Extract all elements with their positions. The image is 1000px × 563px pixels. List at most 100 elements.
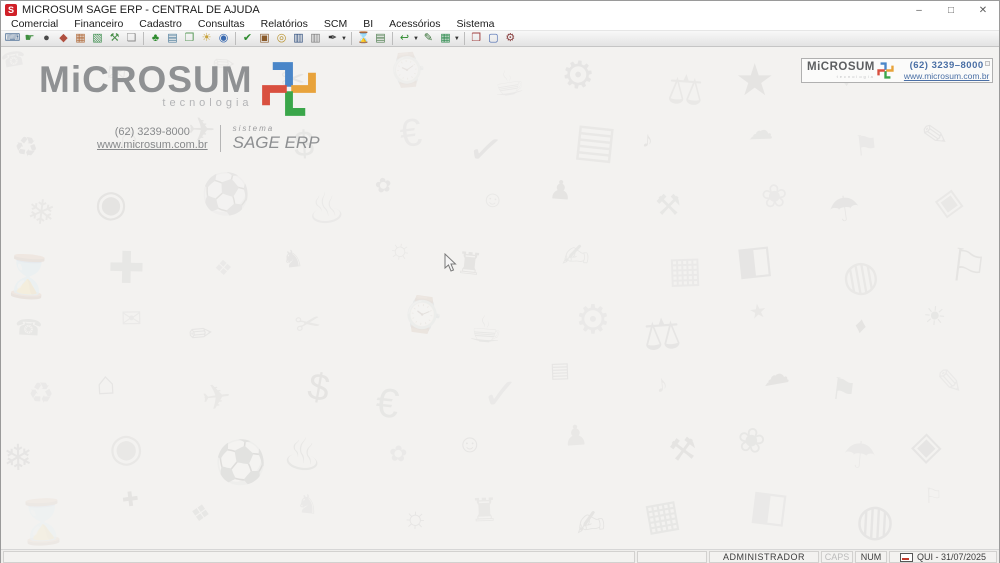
- dropdown-arrow-icon[interactable]: ▼: [413, 36, 419, 42]
- maximize-button[interactable]: □: [935, 1, 967, 19]
- brand-block: MiCROSUM tecnologia (62) 3239-8000 www.m…: [39, 61, 320, 153]
- menu-item-scm[interactable]: SCM: [316, 19, 355, 30]
- menu-item-financeiro[interactable]: Financeiro: [66, 19, 131, 30]
- brand-wordmark: MiCROSUM: [39, 59, 253, 100]
- undo-arrow-icon[interactable]: ↩: [396, 31, 413, 46]
- picture-icon[interactable]: ▤: [164, 31, 181, 46]
- cart-icon[interactable]: ◆: [55, 31, 72, 46]
- watermark-icon: ◧: [733, 237, 776, 284]
- toolbar-separator: [391, 32, 393, 45]
- status-num-indicator: NUM: [855, 551, 887, 563]
- grid-calendar-icon[interactable]: ▦: [437, 31, 454, 46]
- watermark-icon: ⚒: [666, 430, 700, 469]
- toolbar-separator: [350, 32, 352, 45]
- bag-icon[interactable]: ●: [38, 31, 55, 46]
- duck-globe-icon[interactable]: ☀: [198, 31, 215, 46]
- page-new-icon[interactable]: ❐: [181, 31, 198, 46]
- watermark-icon: ✍: [561, 236, 591, 275]
- edit-check-icon[interactable]: ✎: [420, 31, 437, 46]
- watermark-icon: ✎: [935, 362, 965, 401]
- printer-cancel-icon[interactable]: ❒: [468, 31, 485, 46]
- app-window: S MICROSUM SAGE ERP - CENTRAL DE AJUDA –…: [0, 0, 1000, 563]
- watermark-icon: €: [373, 378, 402, 428]
- menu-item-relatorios[interactable]: Relatórios: [253, 19, 316, 30]
- plant-icon[interactable]: ♣: [147, 31, 164, 46]
- box-icon[interactable]: ▣: [256, 31, 273, 46]
- menu-item-sistema[interactable]: Sistema: [449, 19, 503, 30]
- watermark-icon: ❄: [2, 436, 34, 479]
- package-icon[interactable]: ▦: [72, 31, 89, 46]
- watermark-icon: ◍: [838, 249, 883, 302]
- watermark-icon: ♜: [469, 491, 500, 529]
- watermark-icon: ♟: [561, 419, 590, 452]
- watermark-icon: ⚖: [665, 65, 706, 115]
- dropdown-arrow-icon[interactable]: ▼: [454, 36, 460, 42]
- columns-icon[interactable]: ▥: [290, 31, 307, 46]
- watermark-icon: ◉: [107, 425, 145, 472]
- document-clock-icon[interactable]: ❏: [123, 31, 140, 46]
- pinwheel-logo-icon: [261, 61, 317, 117]
- menu-item-bi[interactable]: BI: [355, 19, 381, 30]
- menu-item-consultas[interactable]: Consultas: [190, 19, 253, 30]
- clock-coin-icon[interactable]: ⌛: [355, 31, 372, 46]
- menu-bar: Comercial Financeiro Cadastro Consultas Rela…: [1, 19, 999, 30]
- watermark-icon: ⚙: [575, 298, 611, 342]
- watermark-icon: ♨: [304, 183, 348, 235]
- watermark-icon: ⚑: [852, 128, 881, 163]
- watermark-icon: ◍: [854, 495, 896, 546]
- dropdown-arrow-icon[interactable]: ▼: [341, 36, 347, 42]
- watermark-icon: ♜: [454, 246, 485, 283]
- gamepad-icon[interactable]: ⚒: [106, 31, 123, 46]
- search-coin-icon[interactable]: ◎: [273, 31, 290, 46]
- watermark-icon: ▤: [571, 112, 620, 169]
- watermark-icon: ★: [735, 56, 775, 105]
- watermark-icon: ✿: [388, 440, 409, 467]
- watermark-icon: ♪: [641, 126, 654, 153]
- watermark-icon: ⚐: [923, 484, 944, 509]
- columns-arrows-icon[interactable]: ▥: [307, 31, 324, 46]
- globe-icon[interactable]: ◉: [215, 31, 232, 46]
- watermark-icon: ♦: [853, 311, 869, 339]
- folder-icon[interactable]: ▧: [89, 31, 106, 46]
- status-panel-message: [3, 551, 635, 563]
- watermark-icon: ♞: [280, 244, 306, 275]
- watermark-icon: ✓: [481, 369, 520, 420]
- watermark-icon: ✉: [120, 304, 143, 334]
- toolbar-separator: [463, 32, 465, 45]
- menu-item-acessorios[interactable]: Acessórios: [381, 19, 448, 30]
- watermark-icon: ◧: [747, 480, 792, 532]
- watermark-icon: ❀: [734, 420, 769, 462]
- minimize-button[interactable]: –: [903, 1, 935, 19]
- hand-coin-icon[interactable]: ☛: [21, 31, 38, 46]
- watermark-icon: ☁: [759, 357, 792, 393]
- watermark-icon: ❀: [759, 177, 790, 215]
- watermark-icon: ★: [747, 299, 769, 325]
- watermark-icon: ✂: [292, 304, 324, 343]
- settings-cancel-icon[interactable]: ⚙: [502, 31, 519, 46]
- pen-icon[interactable]: ✒: [324, 31, 341, 46]
- computer-icon[interactable]: ⌨: [4, 31, 21, 46]
- menu-item-comercial[interactable]: Comercial: [3, 19, 66, 30]
- watermark-icon: ☼: [385, 232, 416, 266]
- watermark-icon: ☎: [1, 47, 28, 73]
- watermark-icon: ✚: [120, 488, 141, 512]
- monitor-cancel-icon[interactable]: ▢: [485, 31, 502, 46]
- watermark-icon: ◈: [931, 178, 968, 226]
- close-button[interactable]: ✕: [967, 1, 999, 19]
- brand-subtitle: tecnologia: [162, 97, 253, 109]
- watermark-icon: ▦: [640, 492, 684, 540]
- brand-website-link[interactable]: www.microsum.com.br: [97, 139, 208, 151]
- mouse-cursor-icon: [444, 253, 457, 272]
- status-user: ADMINISTRADOR: [709, 551, 819, 563]
- status-date-text: QUI - 31/07/2025: [916, 552, 987, 562]
- ledger-icon[interactable]: ▤: [372, 31, 389, 46]
- check-icon[interactable]: ✔: [239, 31, 256, 46]
- menu-item-cadastro[interactable]: Cadastro: [131, 19, 190, 30]
- watermark-icon: ⌂: [95, 364, 117, 402]
- title-bar: S MICROSUM SAGE ERP - CENTRAL DE AJUDA –…: [1, 1, 999, 19]
- toolbar-separator: [143, 32, 144, 45]
- badge-website-link[interactable]: www.microsum.com.br: [904, 71, 989, 81]
- watermark-icon: ☎: [14, 314, 44, 341]
- client-area: ☎✉✏✂⌚☕⚙⚖★♦☀♻⌂✈$€✓▤♪☁⚑✎❄◉⚽♨✿☺♟⚒❀☂◈⌛✚❖♞☼♜✍…: [1, 47, 999, 549]
- watermark-icon: ⚐: [945, 238, 992, 295]
